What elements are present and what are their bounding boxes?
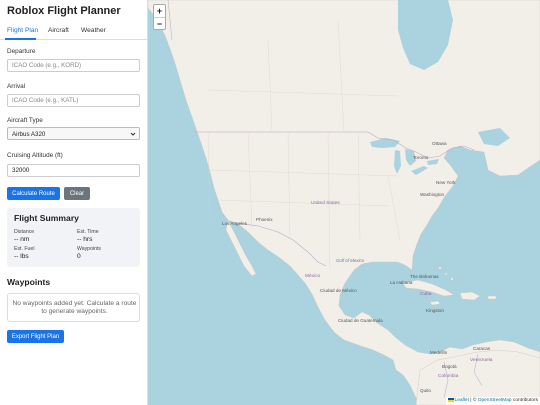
distance-label: Distance: [14, 229, 35, 235]
est-fuel-value: -- lbs: [14, 253, 29, 260]
label-la-habana: La Habana: [390, 280, 413, 285]
north-america-land: [148, 0, 540, 405]
waypoints-list: No waypoints added yet. Calculate a rout…: [7, 293, 140, 322]
departure-input[interactable]: [7, 59, 140, 72]
distance-value: -- nm: [14, 236, 30, 243]
chevron-down-icon: [130, 132, 136, 136]
tab-bar: Flight Plan Aircraft Weather: [0, 22, 147, 40]
est-fuel-label: Est. Fuel: [14, 246, 35, 252]
attribution-separator: | ©: [468, 398, 478, 403]
label-washington: Washington: [420, 192, 445, 197]
tab-aircraft[interactable]: Aircraft: [48, 27, 69, 34]
label-bogota: Bogotá: [442, 364, 457, 369]
flight-summary-panel: Flight Summary Distance -- nm Est. Time …: [7, 208, 140, 267]
cruising-altitude-input[interactable]: [7, 164, 140, 177]
attribution-contributors: contributors: [511, 398, 538, 403]
aircraft-type-select[interactable]: Airbus A320: [7, 127, 140, 140]
label-colombia: Colombia: [438, 374, 459, 379]
label-ottawa: Ottawa: [432, 141, 447, 146]
calculate-route-button[interactable]: Calculate Route: [7, 187, 60, 200]
hispaniola-land: [459, 291, 481, 301]
label-phoenix: Phoenix: [256, 217, 273, 222]
cruising-altitude-label: Cruising Altitude (ft): [7, 152, 63, 159]
arrival-label: Arrival: [7, 83, 26, 90]
label-cuba: Cuba: [420, 292, 432, 297]
waypoints-count-label: Waypoints: [77, 246, 102, 252]
label-ciudad-de-mexico: Ciudad de México: [320, 288, 357, 293]
tab-flight-plan[interactable]: Flight Plan: [7, 27, 38, 34]
label-quito: Quito: [420, 388, 431, 393]
label-mexico: México: [305, 274, 321, 279]
active-tab-indicator: [5, 38, 36, 40]
leaflet-link[interactable]: Leaflet: [455, 398, 469, 403]
zoom-out-button[interactable]: −: [154, 18, 165, 30]
label-new-york: New York: [436, 180, 456, 185]
flight-summary-title: Flight Summary: [14, 213, 79, 223]
export-flight-plan-button[interactable]: Export Flight Plan: [7, 330, 64, 343]
puerto-rico-land: [487, 295, 497, 300]
clear-button[interactable]: Clear: [64, 187, 90, 200]
map-view[interactable]: Ottawa Toronto New York Washington Unite…: [148, 0, 540, 405]
waypoints-count-value: 0: [77, 253, 81, 260]
ukraine-flag-icon: [447, 397, 454, 402]
label-medellin: Medellín: [430, 350, 448, 355]
aircraft-type-label: Aircraft Type: [7, 117, 43, 124]
est-time-value: -- hrs: [77, 236, 93, 243]
waypoints-empty-message: No waypoints added yet. Calculate a rout…: [12, 300, 137, 315]
label-los-angeles: Los Angeles: [222, 221, 248, 226]
label-ciudad-de-guatemala: Ciudad de Guatemala: [338, 318, 383, 323]
map-attribution: Leaflet | © OpenStreetMap contributors: [445, 397, 540, 405]
label-venezuela: Venezuela: [470, 358, 493, 363]
departure-label: Departure: [7, 48, 36, 55]
aircraft-type-selected: Airbus A320: [12, 131, 46, 138]
est-time-label: Est. Time: [77, 229, 99, 235]
label-kingston: Kingston: [426, 308, 444, 313]
label-the-bahamas: The Bahamas: [410, 274, 439, 279]
arrival-input[interactable]: [7, 94, 140, 107]
waypoints-title: Waypoints: [7, 277, 51, 287]
openstreetmap-link[interactable]: OpenStreetMap: [478, 398, 512, 403]
label-toronto: Toronto: [413, 155, 429, 160]
sidebar: Roblox Flight Planner Flight Plan Aircra…: [0, 0, 148, 405]
app-title: Roblox Flight Planner: [7, 5, 121, 17]
label-united-states: United States: [311, 201, 340, 206]
zoom-control: + −: [153, 4, 166, 30]
tab-weather[interactable]: Weather: [81, 27, 106, 34]
map-tiles: [148, 0, 540, 405]
zoom-in-button[interactable]: +: [154, 5, 165, 17]
label-gulf-of-mexico: Gulf of Mexico: [336, 258, 365, 263]
label-caracas: Caracas: [473, 346, 491, 351]
jamaica-land: [429, 300, 441, 306]
